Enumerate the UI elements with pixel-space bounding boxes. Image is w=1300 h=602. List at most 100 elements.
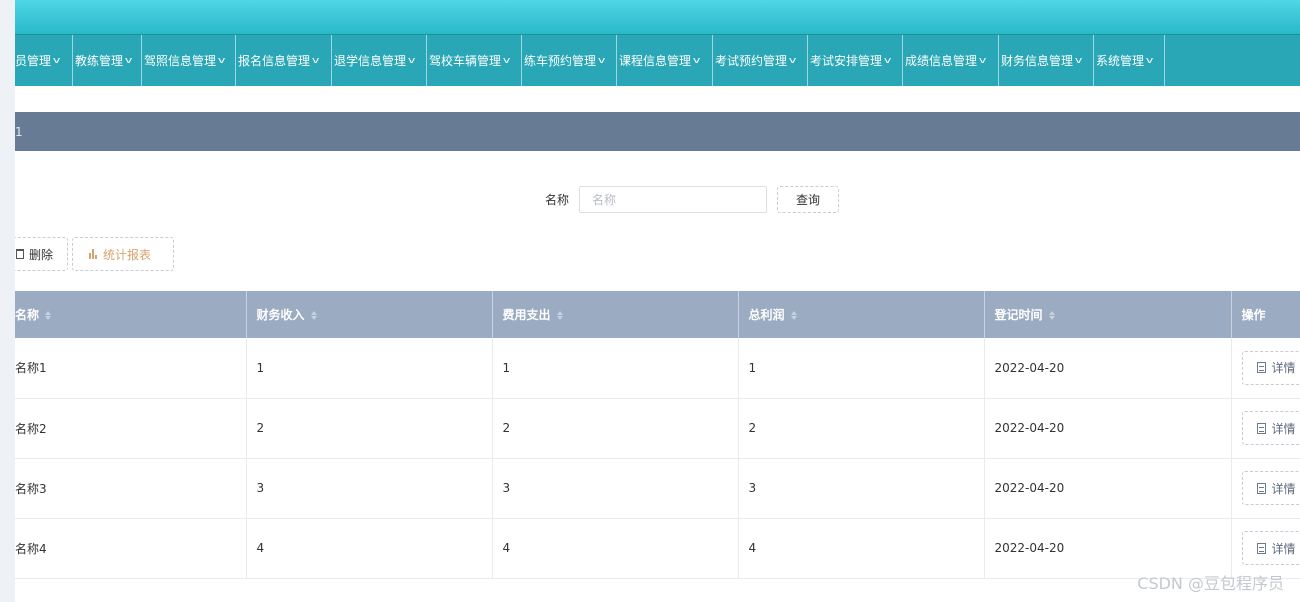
delete-label: 删除 xyxy=(29,247,54,262)
search-label: 名称 xyxy=(545,193,570,207)
nav-item-coach[interactable]: 教练管理 v xyxy=(73,35,142,86)
nav-item-label: 报名信息管理 xyxy=(238,54,311,68)
nav-item-exam-schedule[interactable]: 考试安排管理 v xyxy=(808,35,903,86)
cell-name: 名称2 xyxy=(15,398,247,459)
chevron-down-icon: v xyxy=(502,55,511,66)
chevron-down-icon: v xyxy=(124,55,133,66)
sort-icon[interactable] xyxy=(1048,311,1055,320)
document-icon xyxy=(1256,422,1266,434)
breadcrumb-text: 1 xyxy=(15,124,23,139)
nav-item-exam-booking[interactable]: 考试预约管理 v xyxy=(713,35,808,86)
cell-income: 1 xyxy=(246,338,493,399)
nav-item-label: 考试预约管理 xyxy=(715,54,788,68)
document-icon xyxy=(1256,362,1266,374)
detail-button[interactable]: 详情 xyxy=(1241,471,1300,505)
detail-button[interactable]: 详情 xyxy=(1241,350,1300,385)
watermark: CSDN @豆包程序员 xyxy=(1137,574,1284,593)
bar-chart-icon xyxy=(89,249,98,259)
column-header-name[interactable]: 名称 xyxy=(15,291,247,338)
nav-item-courses[interactable]: 课程信息管理 v xyxy=(617,35,713,86)
cell-date: 2022-04-20 xyxy=(984,338,1232,399)
chevron-down-icon: v xyxy=(407,55,416,66)
left-edge xyxy=(0,0,15,602)
cell-date: 2022-04-20 xyxy=(984,518,1232,579)
cell-expense: 2 xyxy=(492,398,739,459)
table-header-row: 名称 财务收入 费用支出 总利润 登记时间 操作 xyxy=(15,291,1300,338)
sort-icon[interactable] xyxy=(790,311,797,320)
main-nav: 员管理 v 教练管理 v 驾照信息管理 v 报名信息管理 v 退学信息管理 v 驾校车辆管… xyxy=(15,34,1300,86)
chevron-down-icon: v xyxy=(1145,55,1154,66)
page: 员管理 v 教练管理 v 驾照信息管理 v 报名信息管理 v 退学信息管理 v 驾校车辆管… xyxy=(0,0,1300,602)
cell-name: 名称1 xyxy=(15,338,247,399)
trash-icon xyxy=(16,249,24,259)
detail-button[interactable]: 详情 xyxy=(1241,531,1300,565)
cell-income: 4 xyxy=(246,518,493,579)
nav-item-scores[interactable]: 成绩信息管理 v xyxy=(903,35,999,86)
nav-item-label: 驾校车辆管理 xyxy=(429,54,502,68)
search-input[interactable] xyxy=(579,186,768,213)
cell-profit: 4 xyxy=(738,518,985,579)
report-label: 统计报表 xyxy=(103,247,152,262)
cell-income: 3 xyxy=(246,458,493,519)
nav-item-withdrawal[interactable]: 退学信息管理 v xyxy=(332,35,427,86)
nav-item-member[interactable]: 员管理 v xyxy=(15,35,73,86)
nav-item-finance[interactable]: 财务信息管理 v xyxy=(999,35,1094,86)
chevron-down-icon: v xyxy=(788,55,797,66)
nav-item-license[interactable]: 驾照信息管理 v xyxy=(142,35,236,86)
chevron-down-icon: v xyxy=(311,55,320,66)
search-button[interactable]: 查询 xyxy=(777,186,840,213)
cell-actions: 详情 xyxy=(1231,518,1300,579)
sort-icon[interactable] xyxy=(45,311,52,320)
cell-expense: 3 xyxy=(492,458,739,519)
cell-date: 2022-04-20 xyxy=(984,398,1232,459)
chevron-down-icon: v xyxy=(52,55,61,66)
nav-item-label: 财务信息管理 xyxy=(1001,54,1074,68)
cell-expense: 1 xyxy=(492,338,739,399)
column-header-date[interactable]: 登记时间 xyxy=(984,291,1232,338)
table-row: 名称2 2 2 2 2022-04-20 详情 xyxy=(15,398,1300,459)
column-header-profit[interactable]: 总利润 xyxy=(738,291,985,338)
sort-icon[interactable] xyxy=(556,311,563,320)
nav-item-vehicles[interactable]: 驾校车辆管理 v xyxy=(427,35,522,86)
table-row: 名称1 1 1 1 2022-04-20 详情 xyxy=(15,338,1300,399)
nav-item-label: 系统管理 xyxy=(1096,54,1145,68)
nav-item-label: 练车预约管理 xyxy=(524,54,597,68)
chevron-down-icon: v xyxy=(692,55,701,66)
nav-item-registration[interactable]: 报名信息管理 v xyxy=(236,35,332,86)
nav-item-practice[interactable]: 练车预约管理 v xyxy=(522,35,617,86)
nav-item-label: 驾照信息管理 xyxy=(144,54,217,68)
cell-name: 名称4 xyxy=(15,518,247,579)
cell-profit: 3 xyxy=(738,458,985,519)
cell-income: 2 xyxy=(246,398,493,459)
table-row: 名称3 3 3 3 2022-04-20 详情 xyxy=(15,458,1300,519)
nav-item-label: 员管理 xyxy=(15,54,52,68)
nav-item-label: 教练管理 xyxy=(75,54,124,68)
nav-item-label: 成绩信息管理 xyxy=(905,54,978,68)
chevron-down-icon: v xyxy=(883,55,892,66)
cell-name: 名称3 xyxy=(15,458,247,519)
cell-actions: 详情 xyxy=(1231,338,1300,399)
search-bar: 名称 查询 xyxy=(545,186,840,213)
chevron-down-icon: v xyxy=(978,55,987,66)
sort-icon[interactable] xyxy=(310,311,317,320)
breadcrumb: 1 xyxy=(15,112,1300,151)
document-icon xyxy=(1256,482,1266,494)
cell-expense: 4 xyxy=(492,518,739,579)
report-button[interactable]: 统计报表 xyxy=(72,237,174,271)
nav-item-label: 考试安排管理 xyxy=(810,54,883,68)
column-header-income[interactable]: 财务收入 xyxy=(246,291,493,338)
nav-item-system[interactable]: 系统管理 v xyxy=(1094,35,1165,86)
detail-button[interactable]: 详情 xyxy=(1241,411,1300,445)
finance-table: 名称 财务收入 费用支出 总利润 登记时间 操作 名称1 1 1 1 2022-… xyxy=(15,291,1300,579)
document-icon xyxy=(1256,542,1266,554)
cell-date: 2022-04-20 xyxy=(984,458,1232,519)
nav-item-label: 退学信息管理 xyxy=(334,54,407,68)
column-header-expense[interactable]: 费用支出 xyxy=(492,291,739,338)
chevron-down-icon: v xyxy=(597,55,606,66)
action-bar: 删除 统计报表 xyxy=(0,237,174,271)
cell-actions: 详情 xyxy=(1231,458,1300,519)
chevron-down-icon: v xyxy=(217,55,226,66)
column-header-actions: 操作 xyxy=(1231,291,1300,338)
cell-profit: 2 xyxy=(738,398,985,459)
cell-profit: 1 xyxy=(738,338,985,399)
